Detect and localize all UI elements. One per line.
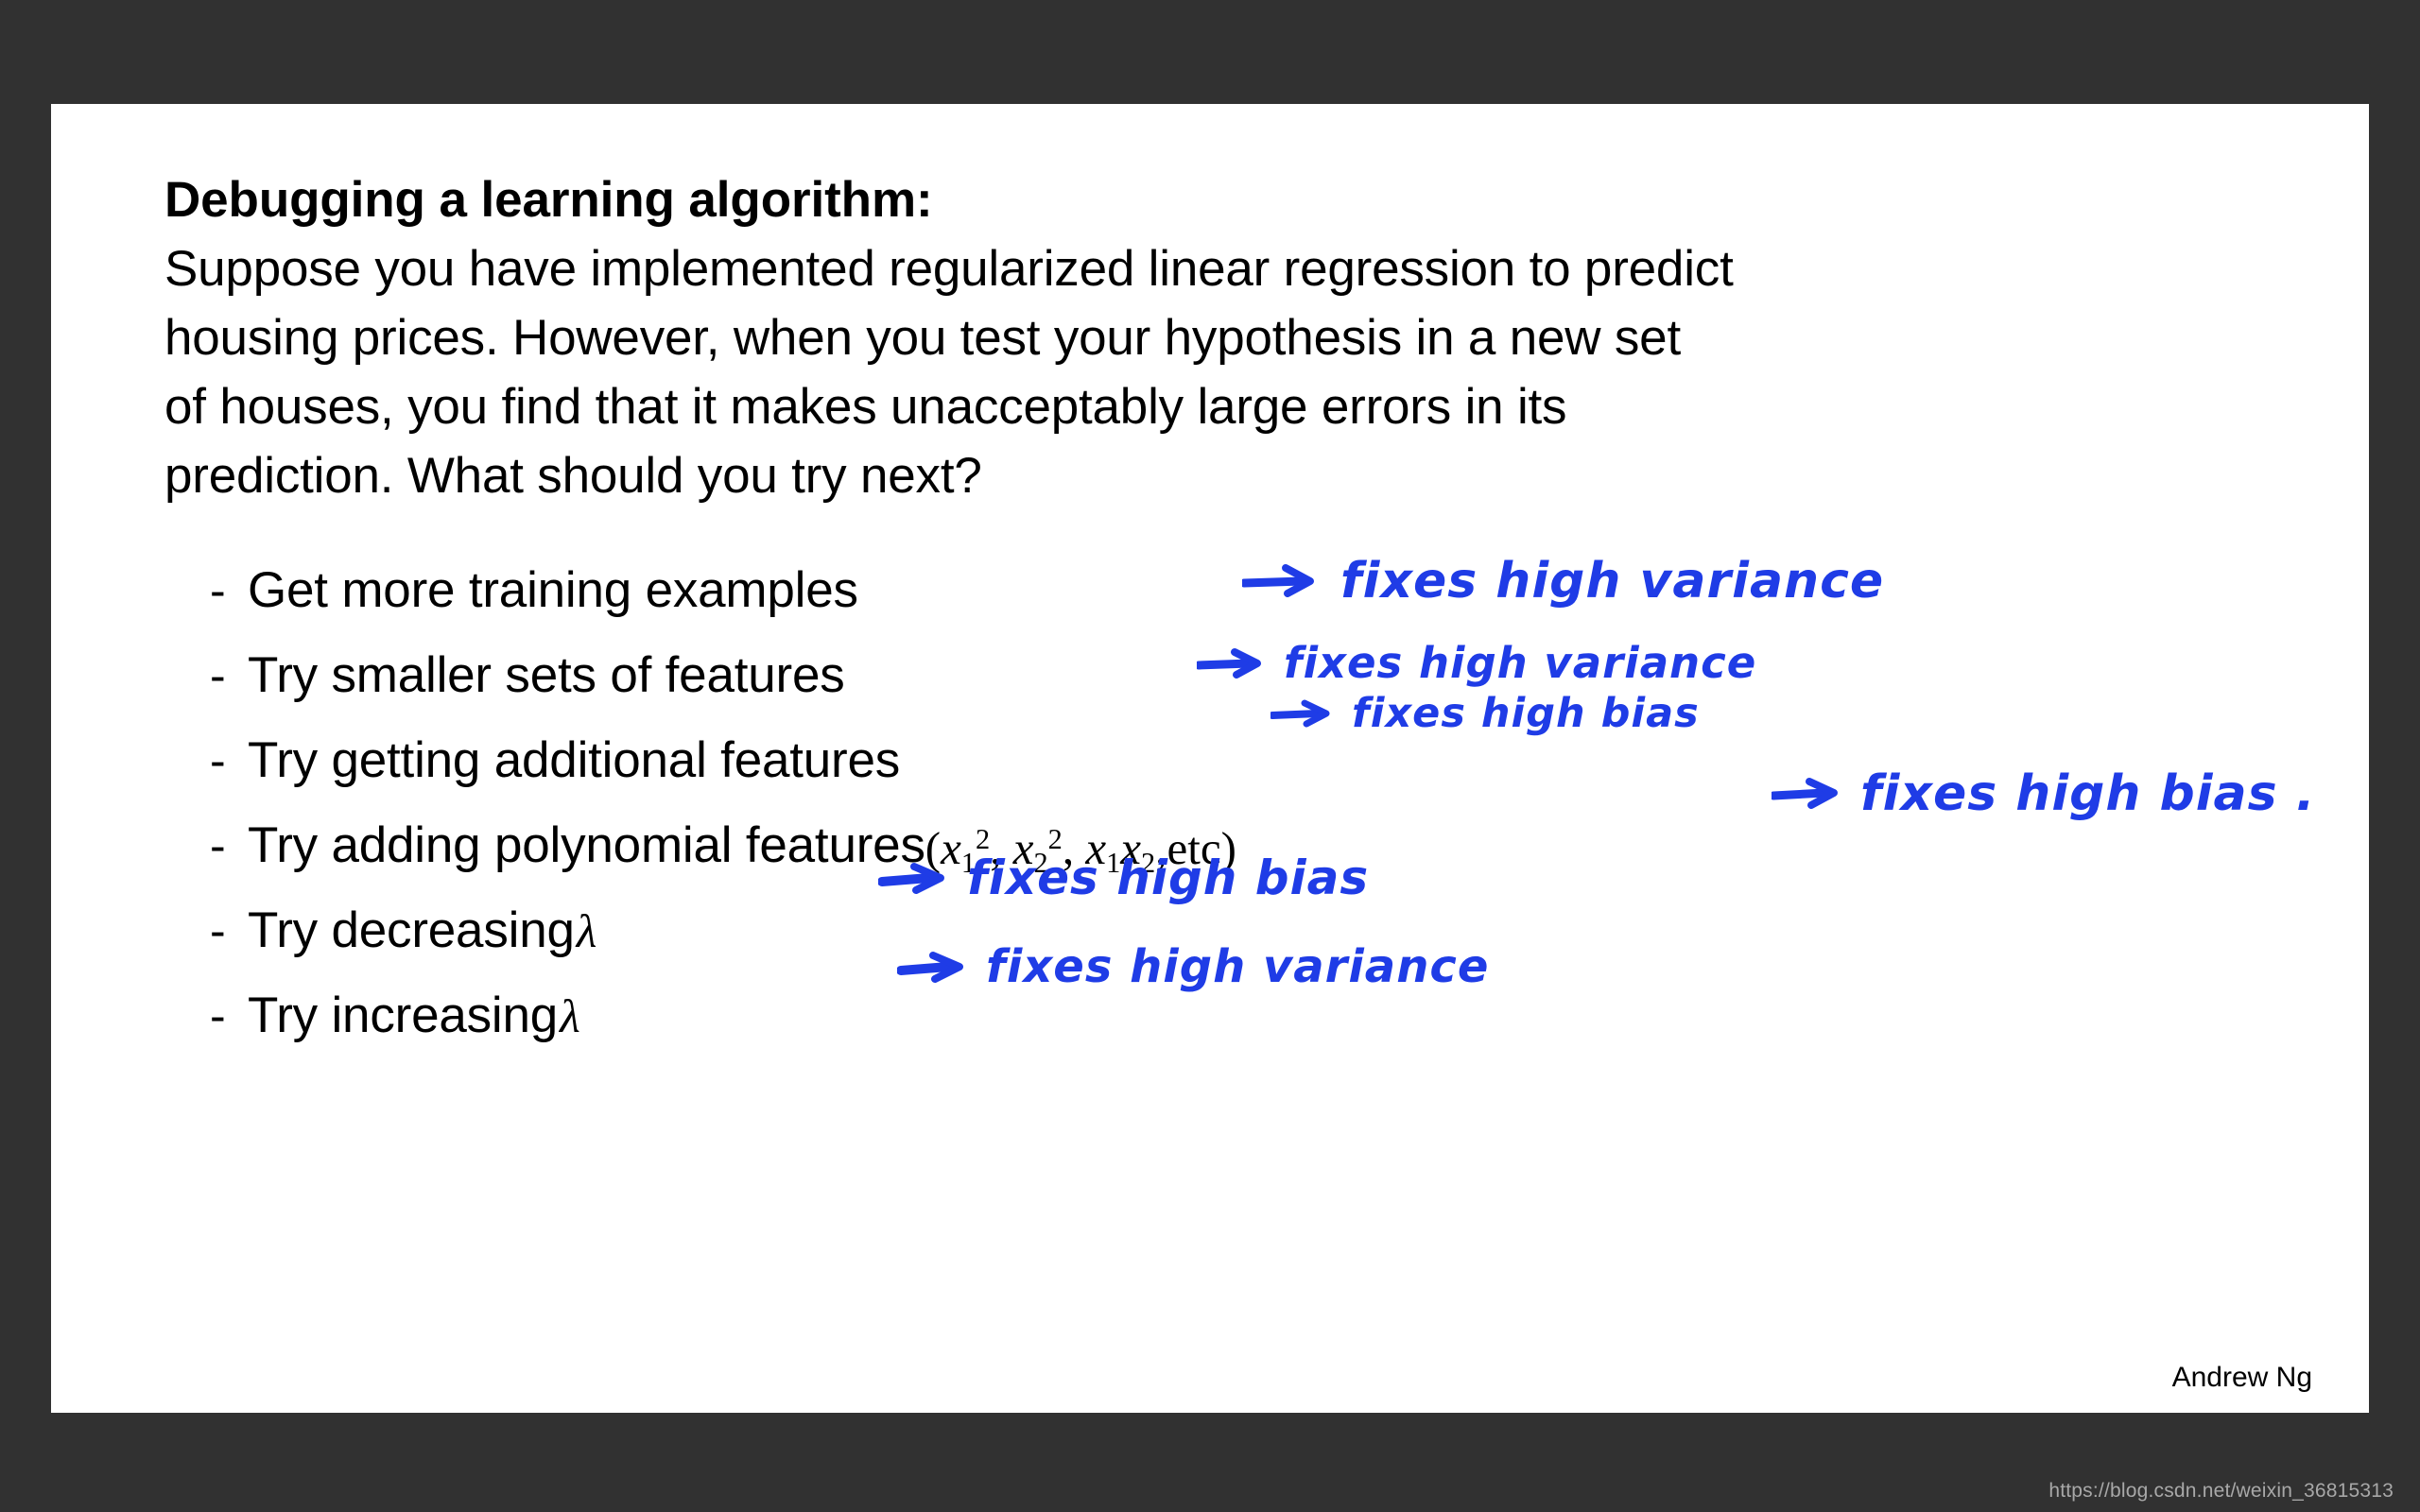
lambda-symbol: λ bbox=[560, 989, 580, 1042]
slide-title: Debugging a learning algorithm: bbox=[164, 172, 933, 228]
source-watermark: https://blog.csdn.net/weixin_36815313 bbox=[2048, 1480, 2394, 1502]
slide-canvas: Debugging a learning algorithm: Suppose … bbox=[51, 104, 2369, 1413]
bullet-marker: - bbox=[210, 734, 226, 787]
bullet-label: Try increasing bbox=[248, 988, 559, 1043]
author-credit: Andrew Ng bbox=[2171, 1362, 2312, 1393]
bullet-label: Try decreasing bbox=[248, 902, 575, 958]
bullet-marker: - bbox=[210, 564, 226, 617]
polynomial-math-expression: (x12, x22, x1x2,etc) bbox=[925, 821, 1236, 880]
bullet-label: Try smaller sets of features bbox=[248, 647, 845, 703]
bullet-label: Get more training examples bbox=[248, 562, 858, 618]
bullet-marker: - bbox=[210, 989, 226, 1042]
prompt-line-4: prediction. What should you try next? bbox=[164, 448, 982, 504]
bullet-marker: - bbox=[210, 904, 226, 957]
prompt-block: Debugging a learning algorithm: Suppose … bbox=[164, 165, 2273, 510]
prompt-line-1: Suppose you have implemented regularized… bbox=[164, 241, 1734, 297]
list-item: - Try smaller sets of features bbox=[164, 633, 2339, 718]
math-visually-rendered: (x12, x22, x1x2,etc) bbox=[925, 822, 1236, 880]
bullet-marker: - bbox=[210, 819, 226, 872]
prompt-line-2: housing prices. However, when you test y… bbox=[164, 310, 1681, 366]
list-item: - Get more training examples bbox=[164, 548, 2339, 633]
suggestion-list: - Get more training examples - Try small… bbox=[164, 548, 2339, 1058]
bullet-label: Try adding polynomial features bbox=[248, 817, 925, 873]
list-item: - Try increasing λ bbox=[164, 973, 2339, 1058]
prompt-line-3: of houses, you find that it makes unacce… bbox=[164, 379, 1567, 435]
list-item: - Try decreasing λ bbox=[164, 888, 2339, 973]
list-item: - Try getting additional features bbox=[164, 718, 2339, 803]
lambda-symbol: λ bbox=[576, 904, 597, 957]
bullet-label: Try getting additional features bbox=[248, 732, 901, 788]
bullet-marker: - bbox=[210, 649, 226, 702]
list-item: - Try adding polynomial features (x12, x… bbox=[164, 803, 2339, 888]
